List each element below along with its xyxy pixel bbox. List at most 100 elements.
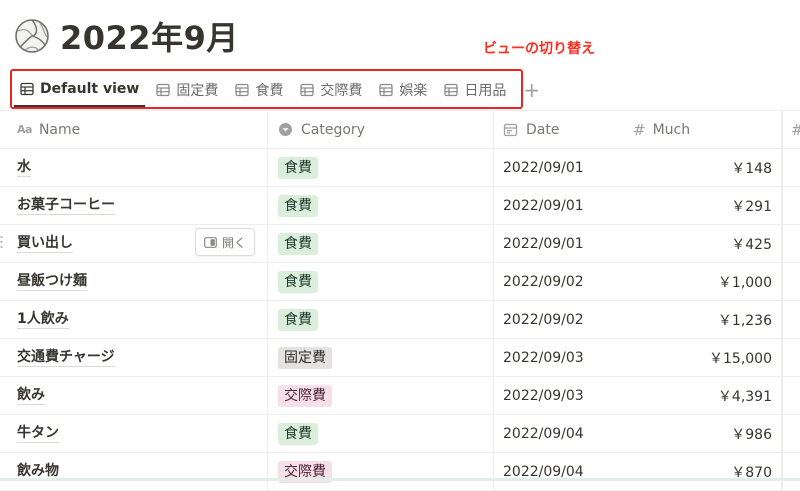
table-icon — [156, 83, 170, 97]
cell-name[interactable]: 水 — [0, 149, 268, 186]
column-header-name[interactable]: Aa Name — [0, 111, 268, 148]
add-view-button[interactable]: + — [523, 80, 540, 100]
column-header-next[interactable]: # — [782, 111, 800, 148]
cell-category[interactable]: 食費 — [268, 263, 494, 300]
cell-name[interactable]: 飲み — [0, 377, 268, 414]
annotation-label: ビューの切り替え — [483, 41, 595, 57]
column-header-much[interactable]: # Much — [623, 111, 782, 148]
row-much: ￥15,000 — [709, 350, 772, 367]
tab-entertainment[interactable]: 娯楽 — [373, 73, 433, 107]
row-date: 2022/09/02 — [503, 273, 584, 290]
row-name[interactable]: 買い出し — [17, 234, 73, 253]
tab-daily-goods[interactable]: 日用品 — [438, 73, 512, 107]
cell-category[interactable]: 固定費 — [268, 339, 494, 376]
cell-name[interactable]: 交通費チャージ — [0, 339, 268, 376]
cell-next[interactable] — [782, 339, 800, 376]
text-property-icon: Aa — [17, 123, 32, 136]
tab-default-view[interactable]: Default view — [14, 73, 146, 107]
tab-food[interactable]: 食費 — [229, 73, 289, 107]
cell-much[interactable]: ￥986 — [623, 415, 782, 452]
tab-social[interactable]: 交際費 — [294, 73, 368, 107]
column-header-category[interactable]: Category — [268, 111, 494, 148]
table-row[interactable]: 飲み物 交際費 2022/09/04 ￥870 — [0, 453, 800, 491]
cell-next[interactable] — [782, 187, 800, 224]
cell-much[interactable]: ￥1,000 — [623, 263, 782, 300]
database-table: Aa Name Category Date # Much # 水食費2022/0… — [0, 110, 800, 491]
cell-category[interactable]: 交際費 — [268, 377, 494, 414]
cell-category[interactable]: 食費 — [268, 149, 494, 186]
number-property-icon: # — [633, 120, 646, 139]
category-tag: 食費 — [278, 194, 318, 217]
row-name[interactable]: 昼飯つけ麺 — [17, 272, 87, 291]
tab-label: 日用品 — [464, 83, 507, 99]
cell-next[interactable] — [782, 149, 800, 186]
cell-much[interactable]: ￥870 — [623, 453, 782, 490]
open-side-peek-button[interactable]: 開く — [195, 228, 256, 256]
row-name[interactable]: お菓子コーヒー — [17, 196, 115, 215]
drag-handle-icon[interactable] — [0, 235, 3, 249]
select-property-icon — [279, 123, 292, 136]
row-date: 2022/09/04 — [503, 425, 584, 442]
category-tag: 固定費 — [278, 346, 332, 369]
cell-much[interactable]: ￥425 — [623, 225, 782, 262]
row-much: ￥1,236 — [717, 312, 772, 329]
number-property-icon: # — [791, 121, 800, 139]
cell-category[interactable]: 食費 — [268, 187, 494, 224]
table-row[interactable]: 飲み 交際費 2022/09/03 ￥4,391 — [0, 377, 800, 415]
cell-next[interactable] — [782, 301, 800, 338]
tab-label: 娯楽 — [399, 83, 428, 99]
tab-label: Default view — [40, 81, 140, 97]
table-header: Aa Name Category Date # Much # — [0, 110, 800, 149]
row-much: ￥986 — [731, 426, 772, 443]
cell-name[interactable]: 1人飲み — [0, 301, 268, 338]
table-row[interactable]: 水 食費 2022/09/01 ￥148 — [0, 149, 800, 187]
cell-next[interactable] — [782, 415, 800, 452]
cell-next[interactable] — [782, 225, 800, 262]
cell-name[interactable]: お菓子コーヒー — [0, 187, 268, 224]
table-icon — [379, 83, 393, 97]
row-name[interactable]: 交通費チャージ — [17, 348, 115, 367]
row-name[interactable]: 飲み — [17, 386, 45, 405]
row-much: ￥148 — [731, 160, 772, 177]
cell-much[interactable]: ￥15,000 — [623, 339, 782, 376]
cell-much[interactable]: ￥4,391 — [623, 377, 782, 414]
category-tag: 食費 — [278, 422, 318, 445]
table-row[interactable]: 昼飯つけ麺 食費 2022/09/02 ￥1,000 — [0, 263, 800, 301]
cell-name[interactable]: 牛タン — [0, 415, 268, 452]
cell-next[interactable] — [782, 263, 800, 300]
table-icon — [444, 83, 458, 97]
table-row[interactable]: 牛タン 食費 2022/09/04 ￥986 — [0, 415, 800, 453]
table-icon — [20, 82, 34, 96]
tab-label: 固定費 — [176, 83, 219, 99]
table-row[interactable]: 1人飲み 食費 2022/09/02 ￥1,236 — [0, 301, 800, 339]
volleyball-icon — [15, 19, 49, 53]
tab-fixed-costs[interactable]: 固定費 — [150, 73, 224, 107]
row-name[interactable]: 1人飲み — [17, 310, 69, 329]
cell-category[interactable]: 食費 — [268, 301, 494, 338]
table-body: 水食費 2022/09/01 ￥148 お菓子コーヒー 食費 2022/09/01 ￥291… — [0, 149, 800, 491]
cell-category[interactable]: 食費 — [268, 415, 494, 452]
category-tag: 交際費 — [278, 384, 332, 407]
row-name[interactable]: 水 — [17, 158, 31, 177]
cell-next[interactable] — [782, 377, 800, 414]
table-row[interactable]: 交通費チャージ 固定費 2022/09/03 ￥15,000 — [0, 339, 800, 377]
calendar-icon — [503, 123, 518, 137]
category-tag: 食費 — [278, 232, 318, 255]
table-row[interactable]: お菓子コーヒー 食費 2022/09/01 ￥291 — [0, 187, 800, 225]
table-row[interactable]: 買い出し 食費 2022/09/01 ￥425 — [0, 225, 800, 263]
row-date: 2022/09/01 — [503, 235, 584, 252]
cell-name[interactable]: 昼飯つけ麺 — [0, 263, 268, 300]
cell-category[interactable]: 交際費 — [268, 453, 494, 490]
category-tag: 食費 — [278, 156, 318, 179]
row-date: 2022/09/01 — [503, 159, 584, 176]
cell-much[interactable]: ￥1,236 — [623, 301, 782, 338]
view-tabs: Default view 固定費 食費 交際費 娯楽 日用品 + — [14, 72, 540, 108]
row-name[interactable]: 牛タン — [17, 424, 59, 443]
cell-category[interactable]: 食費 — [268, 225, 494, 262]
cell-much[interactable]: ￥291 — [623, 187, 782, 224]
cell-next[interactable] — [782, 453, 800, 490]
side-peek-icon — [204, 236, 217, 248]
cell-name[interactable]: 飲み物 — [0, 453, 268, 490]
cell-much[interactable]: ￥148 — [623, 149, 782, 186]
row-date: 2022/09/03 — [503, 387, 584, 404]
